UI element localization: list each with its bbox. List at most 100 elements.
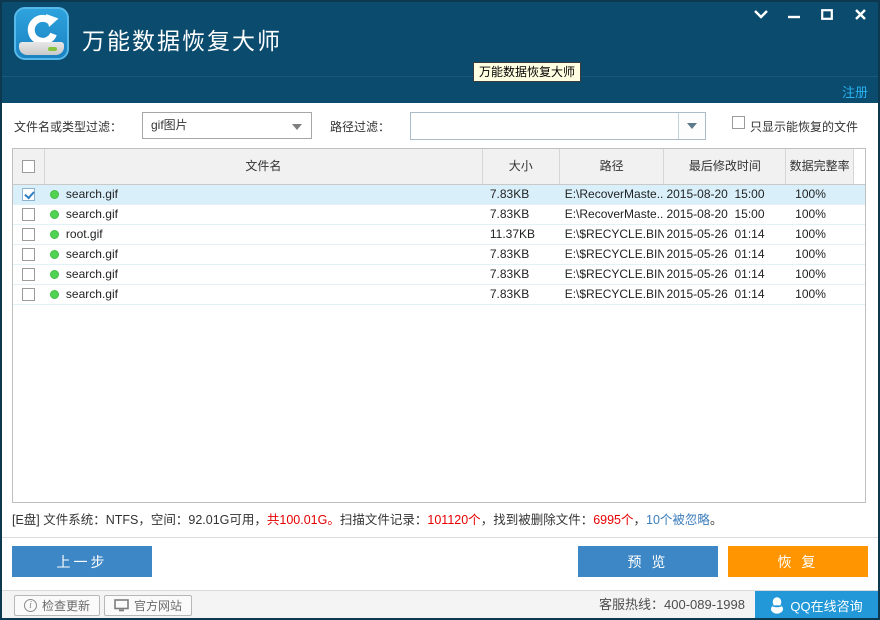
status-text: [E盘] 文件系统：NTFS，空间：92.01G可用，共100.01G。扫描文件… xyxy=(12,513,722,527)
check-update-button[interactable]: i 检查更新 xyxy=(14,595,101,616)
status-segment: 6995个 xyxy=(593,513,634,527)
file-integrity: 100% xyxy=(795,187,826,201)
path-filter-combo xyxy=(410,112,706,140)
preview-button[interactable]: 预 览 xyxy=(578,546,718,577)
file-integrity: 100% xyxy=(795,247,826,261)
table-row[interactable]: search.gif 7.83KB E:\RecoverMaste.. 2015… xyxy=(13,185,865,205)
qq-penguin-icon xyxy=(771,596,784,614)
file-integrity: 100% xyxy=(795,287,826,301)
file-integrity: 100% xyxy=(795,267,826,281)
status-bar: [E盘] 文件系统：NTFS，空间：92.01G可用，共100.01G。扫描文件… xyxy=(12,503,868,537)
path-dropdown-button[interactable] xyxy=(678,113,705,139)
file-integrity: 100% xyxy=(795,207,826,221)
header-modified[interactable]: 最后修改时间 xyxy=(664,149,787,184)
qq-support-button[interactable]: QQ在线咨询 xyxy=(755,591,878,619)
table-row[interactable]: root.gif 11.37KB E:\$RECYCLE.BIN.. 2015-… xyxy=(13,225,865,245)
only-recoverable-checkbox[interactable] xyxy=(732,116,745,129)
path-filter-label: 路径过滤： xyxy=(330,120,391,134)
select-all-checkbox[interactable] xyxy=(21,160,35,173)
minimize-button[interactable] xyxy=(784,5,804,23)
row-checkbox[interactable] xyxy=(22,208,36,221)
file-path: E:\RecoverMaste.. xyxy=(564,207,664,221)
file-path: E:\$RECYCLE.BIN.. xyxy=(564,287,665,301)
file-modified: 2015-05-26 01:14 xyxy=(666,267,765,281)
file-path: E:\$RECYCLE.BIN.. xyxy=(564,227,665,241)
file-modified: 2015-05-26 01:14 xyxy=(666,247,765,261)
status-segment: ，找到被删除文件： xyxy=(480,513,594,527)
recover-button[interactable]: 恢 复 xyxy=(728,546,868,577)
table-header: 文件名 大小 路径 最后修改时间 数据完整率 xyxy=(13,149,865,185)
file-path: E:\$RECYCLE.BIN.. xyxy=(564,267,665,281)
row-checkbox[interactable] xyxy=(22,268,36,281)
filter-bar: 文件名或类型过滤： gif图片 路径过滤： 只显示能恢复的文件 xyxy=(0,103,880,148)
table-row[interactable]: search.gif 7.83KB E:\RecoverMaste.. 2015… xyxy=(13,205,865,225)
header-integrity[interactable]: 数据完整率 xyxy=(786,149,855,184)
recoverable-dot-icon xyxy=(49,190,59,199)
register-link[interactable]: 注册 xyxy=(842,82,868,101)
file-name: root.gif xyxy=(65,227,103,241)
header-size[interactable]: 大小 xyxy=(483,149,560,184)
footer-bar: i 检查更新 官方网站 客服热线：400-089-1998 QQ在线咨询 xyxy=(0,590,880,620)
maximize-button[interactable] xyxy=(817,5,837,23)
row-checkbox[interactable] xyxy=(22,288,36,301)
status-segment: 10个被忽略 xyxy=(646,513,710,527)
title-bar: 万能数据恢复大师 注册 xyxy=(0,0,880,103)
file-modified: 2015-08-20 15:00 xyxy=(666,207,765,221)
close-button[interactable] xyxy=(850,5,870,23)
file-modified: 2015-08-20 15:00 xyxy=(666,187,765,201)
file-table: 文件名 大小 路径 最后修改时间 数据完整率 search.gif 7.83KB… xyxy=(12,148,866,503)
file-name: search.gif xyxy=(65,287,118,301)
menu-chevron-icon[interactable] xyxy=(751,5,771,23)
official-site-button[interactable]: 官方网站 xyxy=(104,595,193,616)
file-integrity: 100% xyxy=(795,227,826,241)
file-size: 7.83KB xyxy=(489,287,530,301)
file-size: 11.37KB xyxy=(489,227,536,241)
table-row[interactable]: search.gif 7.83KB E:\$RECYCLE.BIN.. 2015… xyxy=(13,285,865,305)
status-segment: 。 xyxy=(709,513,723,527)
monitor-icon xyxy=(114,599,129,612)
file-size: 7.83KB xyxy=(489,247,530,261)
info-icon: i xyxy=(24,599,37,612)
table-row[interactable]: search.gif 7.83KB E:\$RECYCLE.BIN.. 2015… xyxy=(13,245,865,265)
file-name: search.gif xyxy=(65,267,118,281)
official-site-label: 官方网站 xyxy=(134,599,183,613)
recoverable-dot-icon xyxy=(49,270,59,279)
file-name: search.gif xyxy=(65,247,118,261)
file-modified: 2015-05-26 01:14 xyxy=(666,227,765,241)
file-name: search.gif xyxy=(65,187,118,201)
window-controls xyxy=(751,5,870,23)
recoverable-dot-icon xyxy=(49,250,59,259)
check-update-label: 检查更新 xyxy=(42,599,91,613)
app-title: 万能数据恢复大师 xyxy=(82,28,282,54)
tooltip: 万能数据恢复大师 xyxy=(473,62,582,82)
file-modified: 2015-05-26 01:14 xyxy=(666,287,765,301)
table-row[interactable]: search.gif 7.83KB E:\$RECYCLE.BIN.. 2015… xyxy=(13,265,865,285)
header-path[interactable]: 路径 xyxy=(560,149,665,184)
row-checkbox[interactable] xyxy=(22,248,36,261)
hotline-text: 客服热线：400-089-1998 xyxy=(599,597,745,612)
file-size: 7.83KB xyxy=(489,207,530,221)
type-filter-select[interactable]: gif图片 xyxy=(142,112,312,139)
file-size: 7.83KB xyxy=(489,187,530,201)
file-path: E:\$RECYCLE.BIN.. xyxy=(564,247,665,261)
chevron-down-icon xyxy=(687,123,697,129)
table-body: search.gif 7.83KB E:\RecoverMaste.. 2015… xyxy=(13,185,865,305)
only-recoverable-label: 只显示能恢复的文件 xyxy=(750,120,859,134)
app-logo-icon xyxy=(14,7,69,60)
file-name: search.gif xyxy=(65,207,118,221)
header-filename[interactable]: 文件名 xyxy=(45,149,483,184)
qq-support-label: QQ在线咨询 xyxy=(790,598,863,614)
chevron-down-icon xyxy=(292,124,302,130)
back-button[interactable]: 上一步 xyxy=(12,546,152,577)
row-checkbox[interactable] xyxy=(22,188,36,201)
app-window: 万能数据恢复大师 注册 万能数据恢复大师 文件名或类型过滤： gif图片 路径过… xyxy=(0,0,880,620)
path-filter-input[interactable] xyxy=(411,113,679,139)
recoverable-dot-icon xyxy=(49,230,59,239)
recoverable-dot-icon xyxy=(49,290,59,299)
scrollbar-track[interactable] xyxy=(854,149,865,184)
status-segment: 共100.01G。 xyxy=(266,513,340,527)
row-checkbox[interactable] xyxy=(22,228,36,241)
header-checkbox-cell xyxy=(13,149,45,184)
file-size: 7.83KB xyxy=(489,267,530,281)
type-filter-label: 文件名或类型过滤： xyxy=(14,120,123,134)
